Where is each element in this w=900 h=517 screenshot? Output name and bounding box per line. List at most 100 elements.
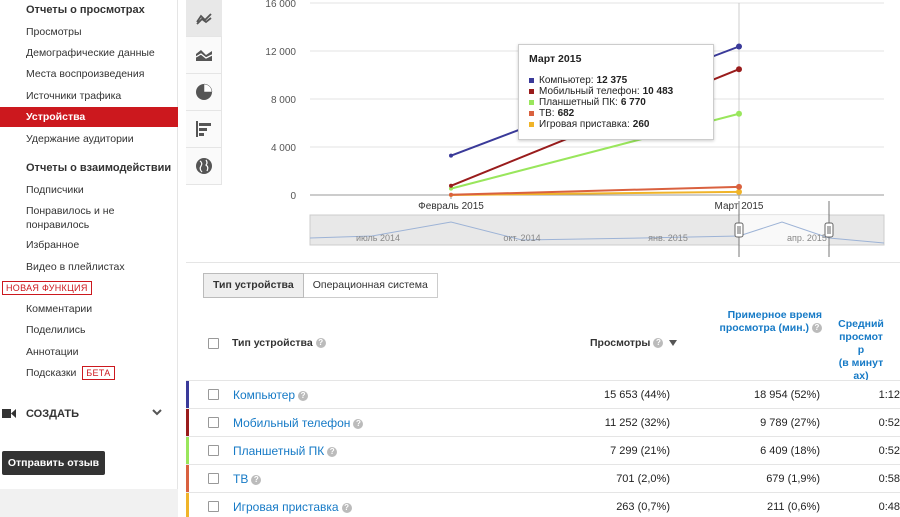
col-watch-time-line1: Примерное время <box>727 309 822 321</box>
tab-device-type[interactable]: Тип устройства <box>203 273 304 298</box>
map-chart-button[interactable] <box>186 148 222 185</box>
sidebar-item-traffic-sources[interactable]: Источники трафика <box>26 89 121 103</box>
legend-swatch <box>529 78 534 83</box>
tooltip-value: 260 <box>632 119 650 130</box>
y-tick-label: 12 000 <box>265 47 296 58</box>
timeline-drag-handle[interactable] <box>824 222 834 238</box>
table-row[interactable]: Планшетный ПК? 7 299 (21%) 6 409 (18%) 0:52 <box>186 436 900 465</box>
help-icon[interactable]: ? <box>341 502 352 513</box>
sidebar-item-annotations[interactable]: Аннотации <box>26 345 79 359</box>
chart-type-toolbar <box>186 0 222 185</box>
device-name-link[interactable]: Игровая приставка <box>233 500 339 514</box>
row-checkbox[interactable] <box>208 445 219 456</box>
bar-chart-button[interactable] <box>186 111 222 148</box>
col-watch-time-header[interactable]: Примерное время просмотра (мин.)? <box>720 309 822 335</box>
sidebar-item-likes-line1[interactable]: Понравилось и не <box>26 204 114 218</box>
col-avg-duration-header[interactable]: Средний просмот р (в минут ах) <box>836 318 886 383</box>
bar-chart-icon <box>196 121 211 137</box>
row-color-stripe <box>186 437 189 465</box>
col-views-header[interactable]: Просмотры? <box>590 337 678 349</box>
tooltip-row: Игровая приставка: 260 <box>529 119 703 130</box>
data-point <box>736 110 742 117</box>
row-color-stripe <box>186 381 189 409</box>
table-row[interactable]: ТВ? 701 (2,0%) 679 (1,9%) 0:58 <box>186 464 900 493</box>
sidebar-item-subscribers[interactable]: Подписчики <box>26 183 84 197</box>
device-name-cell[interactable]: Планшетный ПК? <box>233 444 338 458</box>
data-point <box>736 66 742 73</box>
device-name-link[interactable]: Мобильный телефон <box>233 416 350 430</box>
sidebar-item-cards[interactable]: Подсказки БЕТА <box>26 366 115 380</box>
line-chart-button[interactable] <box>186 0 222 37</box>
table-row[interactable]: Игровая приставка? 263 (0,7%) 211 (0,6%) 0:… <box>186 492 900 517</box>
help-icon[interactable]: ? <box>653 338 664 349</box>
chevron-down-icon[interactable] <box>152 407 162 417</box>
device-name-link[interactable]: Планшетный ПК <box>233 444 324 458</box>
row-checkbox[interactable] <box>208 389 219 400</box>
tooltip-row: Мобильный телефон: 10 483 <box>529 86 703 97</box>
watch-time-cell: 211 (0,6%) <box>767 501 820 513</box>
sidebar-item-comments[interactable]: Комментарии <box>26 302 92 316</box>
device-name-cell[interactable]: Компьютер? <box>233 388 309 402</box>
tooltip-row: Планшетный ПК: 6 770 <box>529 97 703 108</box>
help-icon[interactable]: ? <box>298 390 309 401</box>
help-icon[interactable]: ? <box>812 323 822 334</box>
section-view-reports: Отчеты о просмотрах <box>26 4 145 16</box>
sidebar-item-playback-locations[interactable]: Места воспроизведения <box>26 67 144 81</box>
watch-time-cell: 9 789 (27%) <box>760 417 820 429</box>
help-icon[interactable]: ? <box>315 338 326 349</box>
row-checkbox[interactable] <box>208 501 219 512</box>
section-engagement-reports: Отчеты о взаимодействии <box>26 162 172 174</box>
x-tick-label: Февраль 2015 <box>418 201 484 212</box>
y-tick-label: 0 <box>290 191 296 202</box>
tab-operating-system[interactable]: Операционная система <box>303 273 438 298</box>
send-feedback-button[interactable]: Отправить отзыв <box>2 451 105 475</box>
legend-swatch <box>529 122 534 127</box>
beta-badge: БЕТА <box>82 366 115 380</box>
help-icon[interactable]: ? <box>353 418 364 429</box>
row-checkbox[interactable] <box>208 417 219 428</box>
tooltip-label: ТВ: <box>539 108 555 119</box>
tooltip-value: 6 770 <box>620 97 646 108</box>
area-chart-button[interactable] <box>186 37 222 74</box>
views-cell: 15 653 (44%) <box>603 389 670 401</box>
sidebar-item-demographics[interactable]: Демографические данные <box>26 46 155 60</box>
help-icon[interactable]: ? <box>327 446 338 457</box>
pie-chart-button[interactable] <box>186 74 222 111</box>
device-name-cell[interactable]: Игровая приставка? <box>233 500 352 514</box>
col-watch-time-line2: просмотра (мин.) <box>719 322 809 334</box>
col-device-type-label: Тип устройства <box>232 337 313 349</box>
row-checkbox[interactable] <box>208 473 219 484</box>
sidebar-item-favorites[interactable]: Избранное <box>26 238 79 252</box>
tooltip-row: Компьютер: 12 375 <box>529 75 703 86</box>
sidebar-item-shared[interactable]: Поделились <box>26 323 85 337</box>
sidebar-item-likes-line2[interactable]: понравилось <box>26 218 89 232</box>
row-color-stripe <box>186 493 189 517</box>
legend-swatch <box>529 89 534 94</box>
device-name-cell[interactable]: Мобильный телефон? <box>233 416 364 430</box>
col-device-type-header[interactable]: Тип устройства? <box>232 337 326 349</box>
device-name-link[interactable]: ТВ <box>233 472 248 486</box>
sort-desc-icon <box>669 340 678 347</box>
device-name-link[interactable]: Компьютер <box>233 388 295 402</box>
table-row[interactable]: Компьютер? 15 653 (44%) 18 954 (52%) 1:12 <box>186 380 900 409</box>
sidebar-item-views[interactable]: Просмотры <box>26 25 82 39</box>
create-section[interactable]: СОЗДАТЬ <box>0 403 178 425</box>
y-tick-label: 4 000 <box>271 143 296 154</box>
tooltip-label: Компьютер: <box>539 75 594 86</box>
select-all-checkbox[interactable] <box>208 338 219 349</box>
timeline-label: окт. 2014 <box>503 233 540 243</box>
sidebar-item-devices[interactable]: Устройства <box>0 107 178 127</box>
timeline-label: апр. 2015 <box>787 233 827 243</box>
sidebar-item-playlists[interactable]: Видео в плейлистах <box>26 260 125 274</box>
avg-duration-cell: 0:48 <box>878 501 900 513</box>
device-name-cell[interactable]: ТВ? <box>233 472 262 486</box>
tooltip-label: Планшетный ПК: <box>539 97 618 108</box>
table-row[interactable]: Мобильный телефон? 11 252 (32%) 9 789 (27%… <box>186 408 900 437</box>
data-point <box>449 183 453 188</box>
timeline-drag-handle[interactable] <box>734 222 744 238</box>
sidebar-item-audience-retention[interactable]: Удержание аудитории <box>26 132 134 146</box>
watch-time-cell: 18 954 (52%) <box>753 389 820 401</box>
row-color-stripe <box>186 409 189 437</box>
avg-duration-cell: 0:58 <box>878 473 900 485</box>
help-icon[interactable]: ? <box>251 474 262 485</box>
